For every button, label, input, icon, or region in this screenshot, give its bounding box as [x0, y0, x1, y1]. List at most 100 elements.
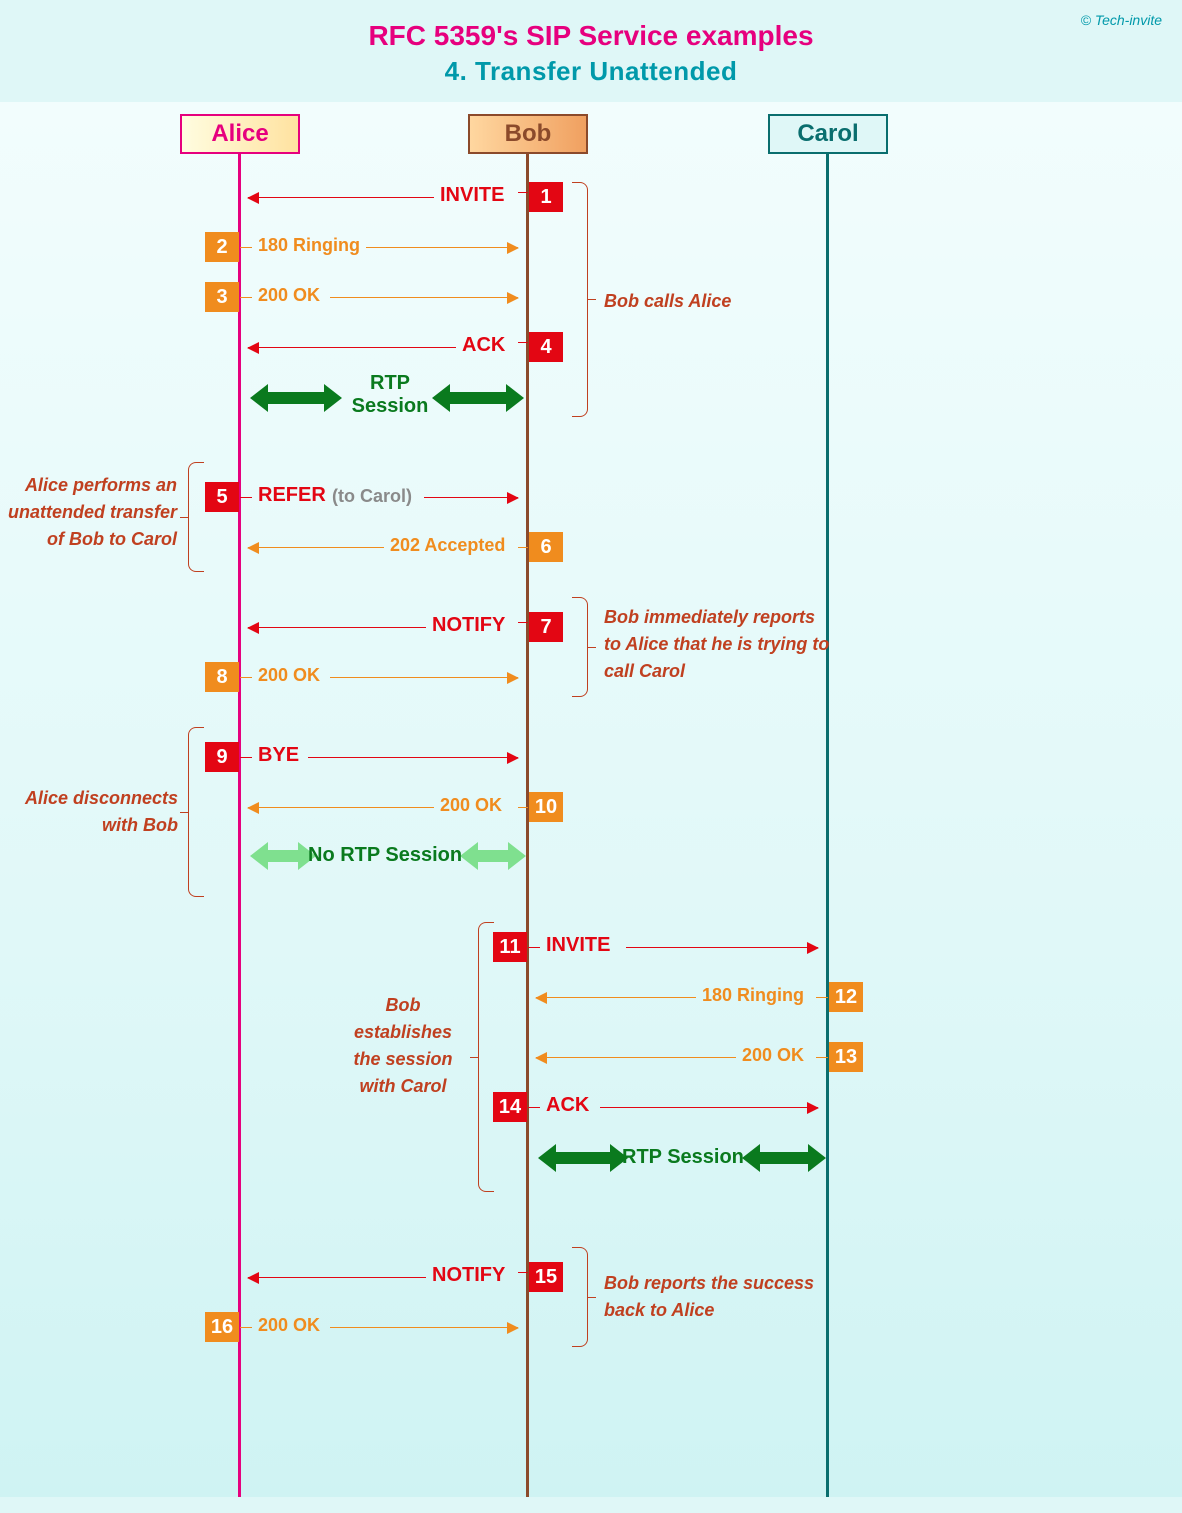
step-15-tick — [518, 1272, 528, 1273]
brace-note-4 — [188, 727, 204, 897]
note-alice-disconnects: Alice disconnects with Bob — [0, 785, 178, 839]
brace-note-5 — [478, 922, 494, 1192]
step-5-label: REFER — [258, 484, 326, 507]
lifeline-carol — [826, 154, 829, 1497]
step-12-num: 12 — [829, 982, 863, 1012]
diagram-stage: Alice Bob Carol 1 INVITE 2 180 Ringing 3… — [0, 102, 1182, 1497]
step-14-arrow — [600, 1107, 818, 1108]
step-5-num: 5 — [205, 482, 239, 512]
step-2-num: 2 — [205, 232, 239, 262]
step-3-tick — [240, 297, 252, 298]
step-6-label: 202 Accepted — [390, 535, 505, 556]
step-9-num: 9 — [205, 742, 239, 772]
step-16-num: 16 — [205, 1312, 239, 1342]
step-7-label: NOTIFY — [432, 614, 505, 637]
title-line-2: 4. Transfer Unattended — [0, 56, 1182, 87]
step-1-arrow — [248, 197, 434, 198]
rtp-session-2-label: RTP Session — [622, 1146, 744, 1169]
brace-note-2 — [188, 462, 204, 572]
step-13-label: 200 OK — [742, 1045, 804, 1066]
rtp-session-1-arrow-right — [450, 392, 506, 404]
step-3-label: 200 OK — [258, 285, 320, 306]
step-4-num: 4 — [529, 332, 563, 362]
step-11-tick — [528, 947, 540, 948]
step-15-num: 15 — [529, 1262, 563, 1292]
no-rtp-arrow-right — [478, 850, 508, 862]
step-4-label: ACK — [462, 334, 505, 357]
note-bob-reports-trying: Bob immediately reports to Alice that he… — [604, 604, 829, 685]
brace-note-6 — [572, 1247, 588, 1347]
step-1-tick — [518, 192, 528, 193]
step-16-label: 200 OK — [258, 1315, 320, 1336]
step-12-arrow — [536, 997, 696, 998]
brace-note-5-tick — [470, 1057, 478, 1058]
header: RFC 5359's SIP Service examples 4. Trans… — [0, 0, 1182, 102]
step-11-num: 11 — [493, 932, 527, 962]
step-6-arrow — [248, 547, 384, 548]
actor-alice: Alice — [180, 114, 300, 154]
step-16-tick — [240, 1327, 252, 1328]
step-12-label: 180 Ringing — [702, 985, 804, 1006]
step-1-num: 1 — [529, 182, 563, 212]
step-6-num: 6 — [529, 532, 563, 562]
step-8-arrow — [330, 677, 518, 678]
rtp-session-1-label: RTP Session — [340, 372, 440, 418]
no-rtp-arrow-left — [268, 850, 298, 862]
brace-note-6-tick — [588, 1297, 596, 1298]
step-9-label: BYE — [258, 744, 299, 767]
brace-note-3-tick — [588, 647, 596, 648]
step-11-label: INVITE — [546, 934, 610, 957]
title-line-1: RFC 5359's SIP Service examples — [0, 20, 1182, 52]
step-14-tick — [528, 1107, 540, 1108]
lifeline-alice — [238, 154, 241, 1497]
brace-note-3 — [572, 597, 588, 697]
step-13-tick — [816, 1057, 828, 1058]
rtp-session-1-arrow-left — [268, 392, 324, 404]
step-10-tick — [518, 807, 528, 808]
step-6-tick — [518, 547, 528, 548]
actor-bob: Bob — [468, 114, 588, 154]
note-bob-reports-success: Bob reports the success back to Alice — [604, 1270, 814, 1324]
step-7-num: 7 — [529, 612, 563, 642]
step-3-num: 3 — [205, 282, 239, 312]
step-2-arrow — [366, 247, 518, 248]
step-13-num: 13 — [829, 1042, 863, 1072]
brace-note-1-tick — [588, 299, 596, 300]
no-rtp-label: No RTP Session — [308, 844, 462, 867]
step-4-arrow — [248, 347, 456, 348]
note-bob-establishes: Bob establishes the session with Carol — [340, 992, 466, 1100]
step-12-tick — [816, 997, 828, 998]
step-14-num: 14 — [493, 1092, 527, 1122]
actor-carol: Carol — [768, 114, 888, 154]
rtp-session-2-arrow-left — [556, 1152, 610, 1164]
step-5-arrow — [424, 497, 518, 498]
step-5-tick — [240, 497, 252, 498]
step-13-arrow — [536, 1057, 736, 1058]
step-2-tick — [240, 247, 252, 248]
step-10-num: 10 — [529, 792, 563, 822]
step-7-arrow — [248, 627, 426, 628]
step-11-arrow — [626, 947, 818, 948]
step-14-label: ACK — [546, 1094, 589, 1117]
note-alice-transfer: Alice performs an unattended transfer of… — [0, 472, 177, 553]
step-15-arrow — [248, 1277, 426, 1278]
step-8-label: 200 OK — [258, 665, 320, 686]
step-2-label: 180 Ringing — [258, 235, 360, 256]
step-16-arrow — [330, 1327, 518, 1328]
step-4-tick — [518, 342, 528, 343]
rtp-session-2-arrow-right — [760, 1152, 808, 1164]
step-7-tick — [518, 622, 528, 623]
step-1-label: INVITE — [440, 184, 504, 207]
step-5-suffix: (to Carol) — [332, 486, 412, 507]
step-3-arrow — [330, 297, 518, 298]
step-10-label: 200 OK — [440, 795, 502, 816]
step-8-num: 8 — [205, 662, 239, 692]
step-9-arrow — [308, 757, 518, 758]
step-8-tick — [240, 677, 252, 678]
note-bob-calls-alice: Bob calls Alice — [604, 288, 731, 315]
brace-note-4-tick — [180, 812, 188, 813]
step-15-label: NOTIFY — [432, 1264, 505, 1287]
brace-note-2-tick — [180, 517, 188, 518]
copyright: © Tech-invite — [1081, 12, 1162, 28]
step-9-tick — [240, 757, 252, 758]
